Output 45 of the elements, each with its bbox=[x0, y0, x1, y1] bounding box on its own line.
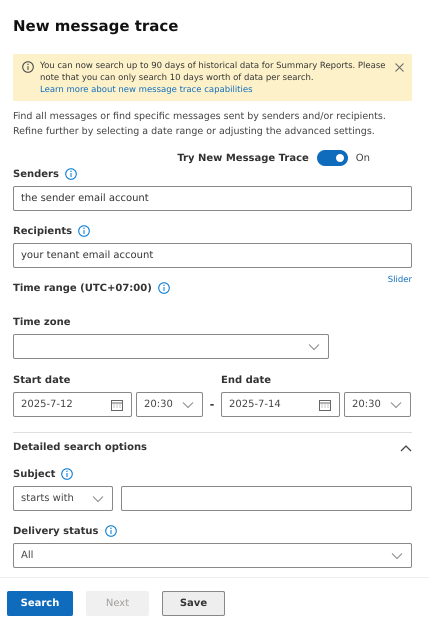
start-date-field[interactable]: 2025-7-12 bbox=[13, 392, 132, 417]
chevron-down-icon bbox=[390, 400, 402, 408]
slider-link[interactable]: Slider bbox=[388, 274, 412, 286]
time-zone-dropdown[interactable] bbox=[13, 334, 329, 359]
info-icon[interactable] bbox=[104, 525, 117, 537]
field-label: Senders bbox=[13, 168, 59, 180]
end-time-dropdown[interactable]: 20:30 bbox=[344, 392, 411, 417]
field-label: Start date bbox=[13, 374, 70, 386]
recipients-field[interactable]: your tenant email account bbox=[13, 243, 412, 268]
action-button[interactable]: Save bbox=[162, 591, 225, 616]
description-text: Find all messages or find specific messages sent by senders and/or recipients. Refine further by selecting a date range or adjusting the advanced settings. bbox=[13, 110, 387, 139]
chevron-up-icon bbox=[400, 444, 412, 452]
field-label: Recipients bbox=[13, 226, 72, 236]
chevron-down-icon bbox=[391, 552, 403, 560]
info-icon[interactable] bbox=[78, 225, 90, 237]
toggle-switch[interactable] bbox=[316, 150, 348, 166]
delivery-status-dropdown[interactable]: All bbox=[13, 543, 412, 568]
end-date-field[interactable]: 2025-7-14 bbox=[221, 392, 340, 417]
info-icon[interactable] bbox=[61, 468, 74, 480]
start-time-dropdown[interactable]: 20:30 bbox=[136, 392, 203, 417]
chevron-down-icon bbox=[182, 400, 194, 408]
chevron-down-icon bbox=[92, 494, 104, 502]
field-label: Delivery status bbox=[13, 526, 99, 536]
info-icon[interactable] bbox=[22, 61, 34, 73]
notice-text: You can now search up to 90 days of historical data for Summary Reports. Please note that you can only search 10 days worth of data per search. bbox=[40, 60, 387, 84]
toggle-state: On bbox=[356, 152, 370, 164]
close-icon[interactable] bbox=[395, 63, 404, 72]
senders-field[interactable]: the sender email account bbox=[13, 186, 412, 211]
info-icon[interactable] bbox=[64, 168, 77, 180]
field-label: End date bbox=[221, 374, 272, 386]
action-button[interactable]: Search bbox=[7, 591, 73, 616]
field-label: Subject bbox=[13, 468, 56, 480]
info-icon[interactable] bbox=[158, 282, 170, 294]
subject-field[interactable] bbox=[121, 486, 412, 511]
page-title: New message trace bbox=[13, 17, 180, 35]
field-label: Time range (UTC+07:00) bbox=[13, 282, 152, 294]
subject-operator-dropdown[interactable]: starts with bbox=[13, 486, 113, 511]
range-separator: - bbox=[208, 397, 216, 413]
calendar-icon bbox=[111, 398, 123, 410]
learn-more-link[interactable]: Learn more about new message trace capabilities bbox=[40, 84, 253, 96]
field-label: Time zone bbox=[13, 316, 71, 328]
detailed-options-header[interactable]: Detailed search options bbox=[13, 432, 412, 466]
toggle-label: Try New Message Trace bbox=[177, 152, 309, 164]
calendar-icon bbox=[319, 398, 331, 410]
chevron-down-icon bbox=[308, 342, 320, 350]
